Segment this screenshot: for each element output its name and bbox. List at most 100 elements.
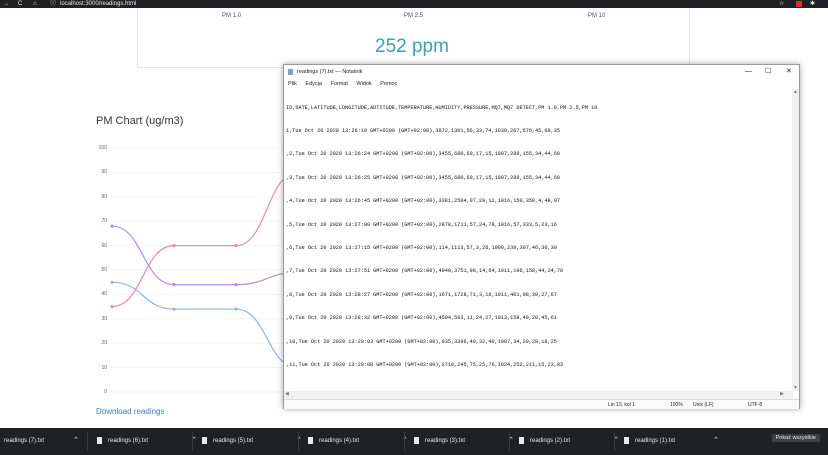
extensions-icon[interactable]: ✱ [810, 0, 815, 8]
data-point[interactable] [110, 305, 114, 309]
text-line: ,10,Tue Oct 20 2020 13:29:03 GMT+0200 (G… [286, 338, 557, 345]
download-filename: readings (1).txt [635, 438, 676, 444]
y-tick-label: 100 [98, 145, 107, 151]
divider [87, 432, 88, 451]
download-item[interactable]: readings (5).txt ⌃ [202, 428, 302, 455]
address-bar[interactable]: localhost:3000/readings.html [60, 0, 136, 8]
chart-title: PM Chart (ug/m3) [96, 115, 184, 127]
status-bar: Lin 13, kol 1 100% Unix (LF) UTF-8 [284, 399, 799, 409]
minimize-icon[interactable]: — [745, 65, 752, 79]
data-point[interactable] [234, 244, 238, 248]
divider [298, 432, 299, 451]
file-icon [519, 436, 524, 444]
text-line: ,3,Tue Oct 20 2020 13:26:25 GMT+0200 (GM… [286, 174, 560, 181]
notepad-window: readings (7).txt — Notatnik — ☐ ✕ Plik E… [283, 64, 800, 409]
y-tick-label: 30 [101, 315, 107, 322]
star-icon[interactable]: ☆ [779, 0, 784, 8]
data-point[interactable] [110, 280, 114, 284]
text-line: ,9,Tue Oct 20 2020 13:28:32 GMT+0200 (GM… [286, 315, 557, 322]
menu-help[interactable]: Pomoc [380, 81, 397, 87]
show-all-button[interactable]: Pokaż wszystkie [771, 434, 820, 442]
menu-bar: Plik Edycja Format Widok Pomoc [284, 79, 799, 89]
series-line [111, 281, 290, 367]
y-tick-label: 10 [101, 364, 107, 371]
download-item[interactable]: readings (2).txt ⌃ [519, 428, 619, 455]
y-tick-label: 80 [101, 193, 107, 200]
file-icon [624, 436, 629, 444]
cursor-position: Lin 13, kol 1 [608, 402, 635, 408]
scroll-left-icon[interactable]: ◀ [285, 391, 289, 397]
y-tick-label: 0 [104, 389, 107, 395]
horizontal-scrollbar[interactable]: ◀ ▶ [284, 391, 793, 399]
text-line: ,2,Tue Oct 20 2020 13:26:24 GMT+0200 (GM… [286, 151, 560, 158]
y-tick-label: 20 [101, 340, 107, 347]
y-tick-label: 50 [101, 267, 107, 273]
file-icon [414, 436, 419, 444]
close-icon[interactable]: ✕ [786, 65, 792, 79]
window-title: readings (7).txt — Notatnik [297, 69, 363, 75]
download-filename: readings (4).txt [319, 438, 360, 444]
text-line: ,4,Tue Oct 20 2020 13:26:45 GMT+0200 (GM… [286, 198, 560, 205]
pm25-label: PM 2.5 [404, 13, 424, 19]
divider [404, 432, 405, 451]
zoom-level: 100% [670, 402, 683, 408]
file-icon [202, 436, 207, 444]
download-item[interactable]: readings (6).txt ⌃ [97, 428, 197, 455]
file-icon [308, 436, 313, 444]
chevron-up-icon[interactable]: ⌃ [713, 428, 719, 454]
menu-view[interactable]: Widok [356, 81, 371, 87]
extension-icon[interactable] [796, 1, 802, 7]
divider [192, 432, 193, 451]
y-tick-label: 90 [101, 169, 107, 176]
download-item[interactable]: readings (1).txt ⌃ [624, 428, 719, 455]
menu-file[interactable]: Plik [288, 81, 297, 87]
scroll-up-icon[interactable]: ▲ [793, 89, 798, 95]
download-filename: readings (5).txt [213, 438, 254, 444]
data-point[interactable] [172, 283, 176, 287]
download-filename: readings (3).txt [425, 438, 466, 444]
vertical-scrollbar[interactable]: ▲ ▼ [792, 89, 799, 391]
series-line [111, 173, 290, 308]
data-point[interactable] [172, 307, 176, 311]
menu-edit[interactable]: Edycja [305, 81, 322, 87]
info-icon: ⓘ [50, 1, 57, 7]
back-icon[interactable]: → [3, 0, 9, 8]
chevron-up-icon[interactable]: ⌃ [296, 428, 302, 454]
download-item[interactable]: readings (7).txt ⌃ [4, 428, 79, 455]
browser-toolbar: → C ⌂ ⓘ localhost:3000/readings.html ☆ ✱ [0, 0, 828, 8]
download-item[interactable]: readings (3).txt ⌃ [414, 428, 514, 455]
pm1-label: PM 1.0 [222, 13, 242, 19]
home-icon[interactable]: ⌂ [33, 0, 37, 8]
notepad-titlebar[interactable]: readings (7).txt — Notatnik — ☐ ✕ [284, 65, 799, 79]
text-line: ,8,Tue Oct 20 2020 13:28:27 GMT+0200 (GM… [286, 291, 557, 298]
divider [509, 432, 510, 451]
data-point[interactable] [172, 244, 176, 248]
chevron-up-icon[interactable]: ⌃ [402, 428, 408, 454]
y-tick-label: 60 [101, 242, 107, 249]
encoding: UTF-8 [748, 402, 763, 408]
ppm-value: 252 ppm [375, 36, 449, 57]
reload-icon[interactable]: C [18, 0, 22, 8]
data-point[interactable] [110, 224, 114, 228]
menu-format[interactable]: Format [330, 81, 347, 87]
divider [614, 432, 615, 451]
scroll-down-icon[interactable]: ▼ [793, 385, 798, 391]
data-point[interactable] [234, 283, 238, 287]
text-line: ,7,Tue Oct 20 2020 13:27:51 GMT+0200 (GM… [286, 268, 564, 275]
chevron-up-icon[interactable]: ⌃ [73, 428, 79, 454]
scroll-right-icon[interactable]: ▶ [780, 391, 784, 397]
data-point[interactable] [234, 307, 238, 311]
pm10-label: PM 10 [588, 13, 606, 19]
download-bar: readings (7).txt ⌃ readings (6).txt ⌃ re… [0, 428, 828, 455]
pm-chart [110, 148, 290, 393]
y-tick-label: 70 [101, 218, 107, 225]
text-line: 1,Tue Oct 20 2020 13:26:19 GMT+0200 (GMT… [286, 127, 560, 134]
y-tick-label: 40 [101, 291, 107, 298]
text-line: ,5,Tue Oct 20 2020 13:27:00 GMT+0200 (GM… [286, 221, 557, 228]
maximize-icon[interactable]: ☐ [765, 65, 771, 79]
download-filename: readings (2).txt [530, 438, 571, 444]
download-filename: readings (7).txt [4, 438, 45, 444]
download-filename: readings (6).txt [108, 438, 149, 444]
download-item[interactable]: readings (4).txt ⌃ [308, 428, 408, 455]
download-readings-link[interactable]: Download readings [96, 407, 165, 416]
